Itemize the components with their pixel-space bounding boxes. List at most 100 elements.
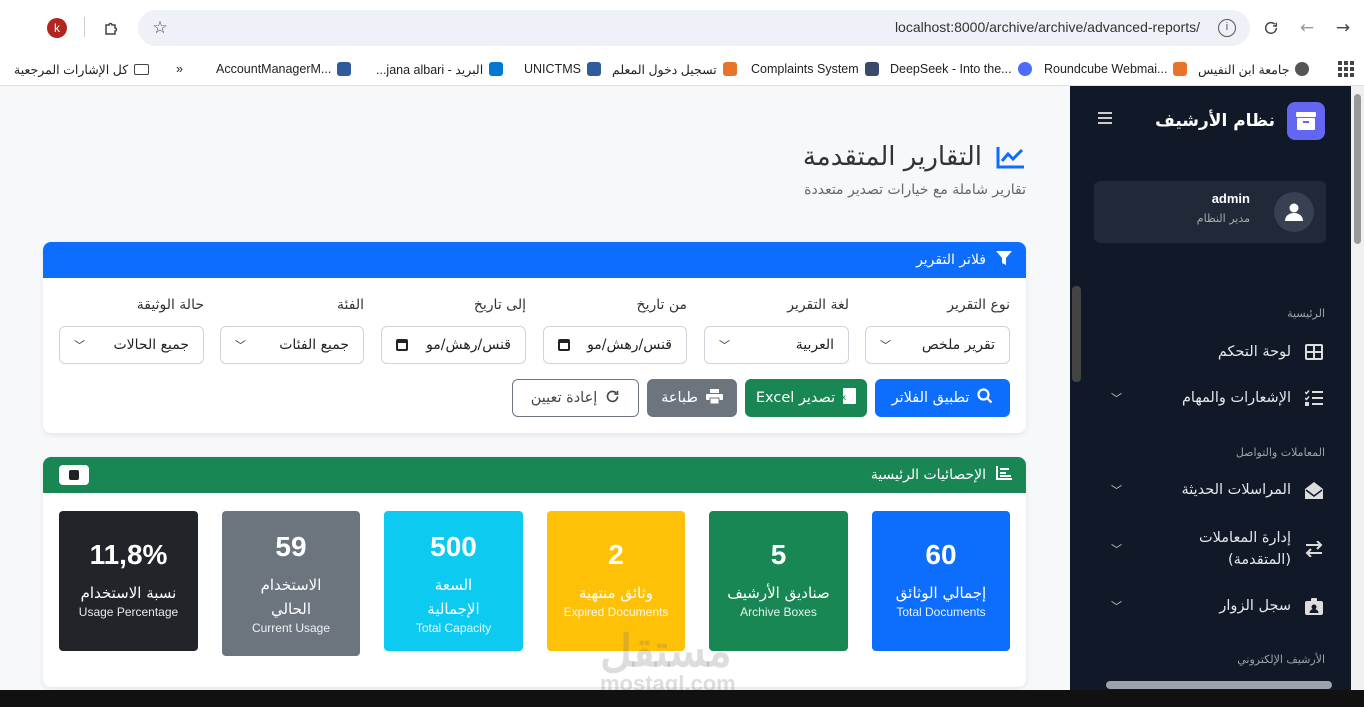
- stat-card: 59 الاستخدام الحالي Current Usage: [222, 511, 360, 656]
- sidebar-item-correspondence[interactable]: ﹀ المراسلات الحديثة: [1093, 472, 1325, 508]
- chevron-down-icon: ﹀: [880, 339, 891, 352]
- stat-label-en: Total Documents: [896, 605, 986, 619]
- grid-app-icon: [337, 62, 352, 76]
- unictms-icon: [586, 62, 601, 76]
- stat-value: 59: [275, 531, 307, 562]
- chevron-down-icon: ﹀: [1111, 392, 1122, 405]
- filter-icon: [996, 251, 1012, 269]
- section-transactions: المعاملات والتواصل: [1235, 446, 1325, 459]
- browser-toolbar: k ☆ localhost:8000/archive/archive/advan…: [0, 0, 1364, 52]
- stat-label-en: Expired Documents: [563, 605, 669, 619]
- chevron-down-icon: ﹀: [719, 339, 730, 352]
- reset-button[interactable]: إعادة تعيين: [512, 379, 639, 417]
- report-lang-select[interactable]: العربية ﹀: [704, 326, 849, 364]
- calendar-button[interactable]: [59, 465, 89, 485]
- stat-card: 60 إجمالي الوثائق Total Documents: [872, 511, 1010, 651]
- page-scrollbar-thumb[interactable]: [1354, 94, 1361, 244]
- extensions-icon[interactable]: [100, 16, 124, 40]
- sidebar-horizontal-scrollbar[interactable]: [1106, 681, 1332, 689]
- bookmark-item[interactable]: UNICTMS: [524, 59, 601, 79]
- calendar-icon: [558, 339, 570, 351]
- page-scrollbar[interactable]: [1351, 86, 1364, 707]
- apps-grid-icon[interactable]: [1338, 59, 1354, 79]
- toolbar-divider: [84, 17, 85, 37]
- all-bookmarks-folder[interactable]: كل الإشارات المرجعية: [14, 59, 150, 79]
- sidebar-item-dashboard[interactable]: لوحة التحكم: [1093, 334, 1325, 370]
- sidebar-scrollbar[interactable]: [1072, 286, 1081, 382]
- from-date-input[interactable]: قنس/رهش/مو: [543, 326, 687, 364]
- back-arrow-icon[interactable]: →: [1331, 16, 1355, 40]
- section-earchive: الأرشيف الإلكتروني: [1237, 653, 1325, 666]
- stat-label-en: Archive Boxes: [740, 605, 817, 619]
- chevron-down-icon: ﹀: [1111, 484, 1122, 497]
- brand[interactable]: نظام الأرشيف: [1155, 102, 1325, 140]
- bar-chart-icon: [996, 466, 1012, 484]
- tasks-icon: [1303, 387, 1325, 409]
- stat-value: 11,8%: [89, 539, 168, 570]
- report-type-label: نوع التقرير: [947, 297, 1010, 313]
- category-label: الفئة: [337, 297, 364, 313]
- archive-box-icon: [1287, 102, 1325, 140]
- bookmark-item[interactable]: البريد - jana albari...: [376, 59, 504, 79]
- bookmark-item[interactable]: DeepSeek - Into the...: [890, 59, 1032, 79]
- xampp-icon: [722, 62, 737, 76]
- chevron-down-icon: ﹀: [1111, 600, 1122, 613]
- user-role: مدير النظام: [1196, 212, 1250, 225]
- forward-arrow-icon[interactable]: ←: [1295, 16, 1319, 40]
- globe-icon: [1295, 62, 1310, 76]
- site-info-icon[interactable]: i: [1218, 19, 1236, 37]
- watermark: مستقل mostaql.com: [600, 627, 736, 696]
- stat-label-en: Total Capacity: [415, 621, 492, 635]
- id-badge-icon: [1303, 595, 1325, 617]
- stats-card: الإحصائيات الرئيسية 60 إجمالي الوثائق Tota…: [43, 457, 1026, 687]
- sidebar: نظام الأرشيف admin مدير النظام الرئيسية …: [1070, 86, 1351, 707]
- stat-card: 500 السعة الإجمالية Total Capacity: [384, 511, 523, 651]
- cpanel-icon: [1173, 62, 1188, 76]
- main-content: التقارير المتقدمة تقارير شاملة مع خيارات…: [0, 86, 1070, 707]
- address-bar[interactable]: ☆ localhost:8000/archive/archive/advance…: [138, 10, 1250, 46]
- envelope-open-icon: [1303, 479, 1325, 501]
- os-taskbar: [0, 690, 1364, 707]
- menu-toggle-icon[interactable]: [1098, 112, 1112, 126]
- stats-header: الإحصائيات الرئيسية: [43, 457, 1026, 493]
- sidebar-item-notifications[interactable]: ﹀ الإشعارات والمهام: [1093, 380, 1325, 416]
- filters-card: فلاتر التقرير نوع التقرير تقرير ملخص ﹀ لغ…: [43, 242, 1026, 433]
- stat-label-ar: الاستخدام الحالي: [260, 576, 322, 618]
- filters-header: فلاتر التقرير: [43, 242, 1026, 278]
- page-title: التقارير المتقدمة: [803, 142, 1026, 172]
- sidebar-item-transactions[interactable]: ﹀ إدارة المعاملات (المتقدمة): [1093, 523, 1325, 575]
- more-bookmarks-icon[interactable]: »: [176, 59, 183, 79]
- bookmark-item[interactable]: جامعة ابن النفيس: [1198, 59, 1310, 79]
- stat-label-en: Current Usage: [251, 621, 331, 635]
- user-card[interactable]: admin مدير النظام: [1094, 181, 1326, 243]
- print-button[interactable]: طباعة: [647, 379, 737, 417]
- stat-label-ar: السعة الإجمالية: [427, 576, 480, 618]
- bookmark-item[interactable]: Roundcube Webmai...: [1044, 59, 1188, 79]
- apply-filters-button[interactable]: تطبيق الفلاتر: [875, 379, 1010, 417]
- user-name: admin: [1211, 191, 1250, 206]
- bookmark-star-icon[interactable]: ☆: [148, 16, 172, 40]
- bookmark-item[interactable]: تسجيل دخول المعلم: [612, 59, 737, 79]
- reload-icon[interactable]: [1259, 16, 1283, 40]
- status-label: حالة الوثيقة: [136, 297, 204, 313]
- svg-text:x: x: [843, 392, 847, 402]
- stat-card: 11,8% نسبة الاستخدام Usage Percentage: [59, 511, 198, 651]
- chevron-down-icon: ﹀: [1111, 543, 1122, 556]
- sidebar-item-visitors[interactable]: ﹀ سجل الزوار: [1093, 588, 1325, 624]
- bookmark-item[interactable]: AccountManagerM...: [216, 59, 352, 79]
- export-excel-button[interactable]: x تصدير Excel: [745, 379, 867, 417]
- report-type-select[interactable]: تقرير ملخص ﹀: [865, 326, 1010, 364]
- chevron-down-icon: ﹀: [74, 339, 85, 352]
- stat-value: 500: [430, 531, 477, 562]
- exchange-arrows-icon: [1303, 538, 1325, 560]
- user-avatar-icon: [1274, 192, 1314, 232]
- category-select[interactable]: جميع الفئات ﹀: [220, 326, 364, 364]
- bookmark-item[interactable]: Complaints System: [751, 59, 879, 79]
- chart-line-icon: [996, 145, 1026, 169]
- status-select[interactable]: جميع الحالات ﹀: [59, 326, 204, 364]
- url-text[interactable]: localhost:8000/archive/archive/advanced-…: [895, 19, 1200, 35]
- profile-avatar[interactable]: k: [47, 18, 67, 38]
- stat-label-ar: إجمالي الوثائق: [895, 584, 987, 602]
- to-date-input[interactable]: قنس/رهش/مو: [381, 326, 526, 364]
- report-lang-label: لغة التقرير: [787, 297, 849, 313]
